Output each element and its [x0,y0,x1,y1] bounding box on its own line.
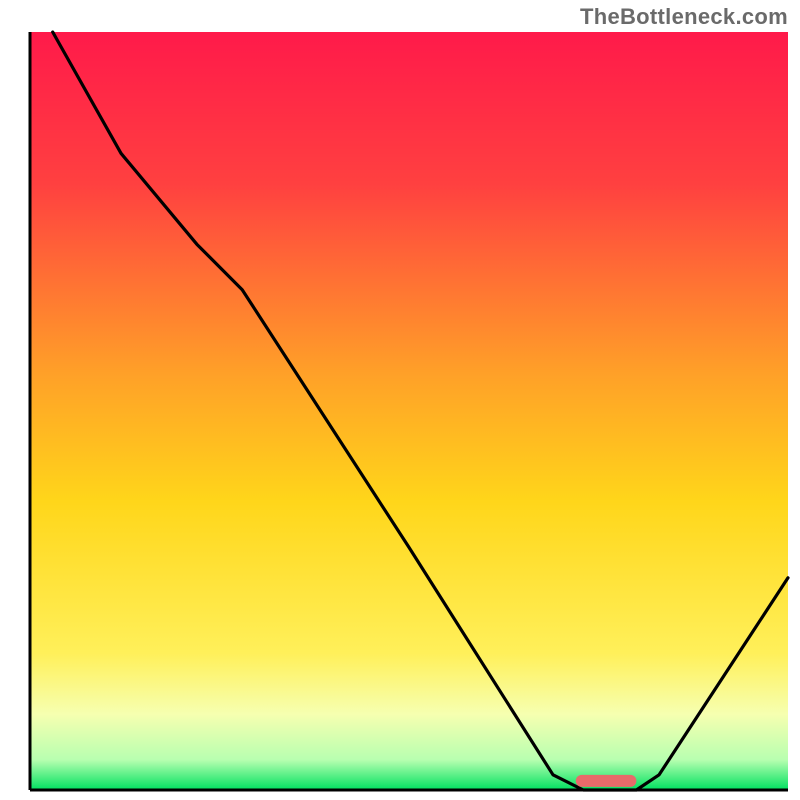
chart-background [30,32,788,790]
optimum-marker [576,775,637,787]
chart-container: TheBottleneck.com [0,0,800,800]
chart-svg [0,0,800,800]
